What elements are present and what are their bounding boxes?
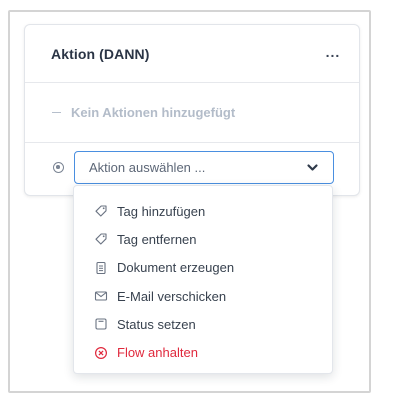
action-select[interactable]: Aktion auswählen ... (74, 151, 334, 184)
menu-item-label: E-Mail verschicken (117, 288, 227, 304)
menu-item-flow-anhalten[interactable]: Flow anhalten (74, 338, 332, 366)
action-card: Aktion (DANN) ... Kein Aktionen hinzugef… (24, 24, 360, 196)
empty-actions-row: Kein Aktionen hinzugefügt (25, 83, 359, 143)
radio-dot-icon (53, 162, 64, 173)
action-select-placeholder: Aktion auswählen ... (89, 160, 206, 175)
action-dropdown-menu: Tag hinzufügen Tag entfernen Dokument er… (73, 185, 333, 374)
stop-circle-icon (94, 346, 108, 360)
mail-icon (94, 289, 108, 303)
chevron-down-icon (307, 164, 318, 171)
dash-icon (52, 111, 61, 114)
tag-icon (94, 232, 108, 246)
menu-item-status-setzen[interactable]: Status setzen (74, 310, 332, 338)
menu-item-tag-entfernen[interactable]: Tag entfernen (74, 225, 332, 253)
menu-item-label: Tag entfernen (117, 231, 197, 247)
document-icon (94, 261, 108, 275)
empty-actions-text: Kein Aktionen hinzugefügt (71, 105, 236, 120)
menu-item-email-verschicken[interactable]: E-Mail verschicken (74, 282, 332, 310)
menu-item-label: Tag hinzufügen (117, 203, 206, 219)
menu-item-label: Dokument erzeugen (117, 260, 235, 276)
status-icon (94, 317, 108, 331)
card-title: Aktion (DANN) (51, 45, 150, 62)
menu-item-tag-hinzufuegen[interactable]: Tag hinzufügen (74, 197, 332, 225)
menu-item-label: Status setzen (117, 316, 196, 332)
select-row: Aktion auswählen ... (25, 151, 359, 185)
menu-item-dokument-erzeugen[interactable]: Dokument erzeugen (74, 254, 332, 282)
more-options-button[interactable]: ... (321, 45, 345, 61)
tag-icon (94, 204, 108, 218)
card-header: Aktion (DANN) ... (25, 25, 359, 83)
menu-item-label: Flow anhalten (117, 345, 198, 361)
